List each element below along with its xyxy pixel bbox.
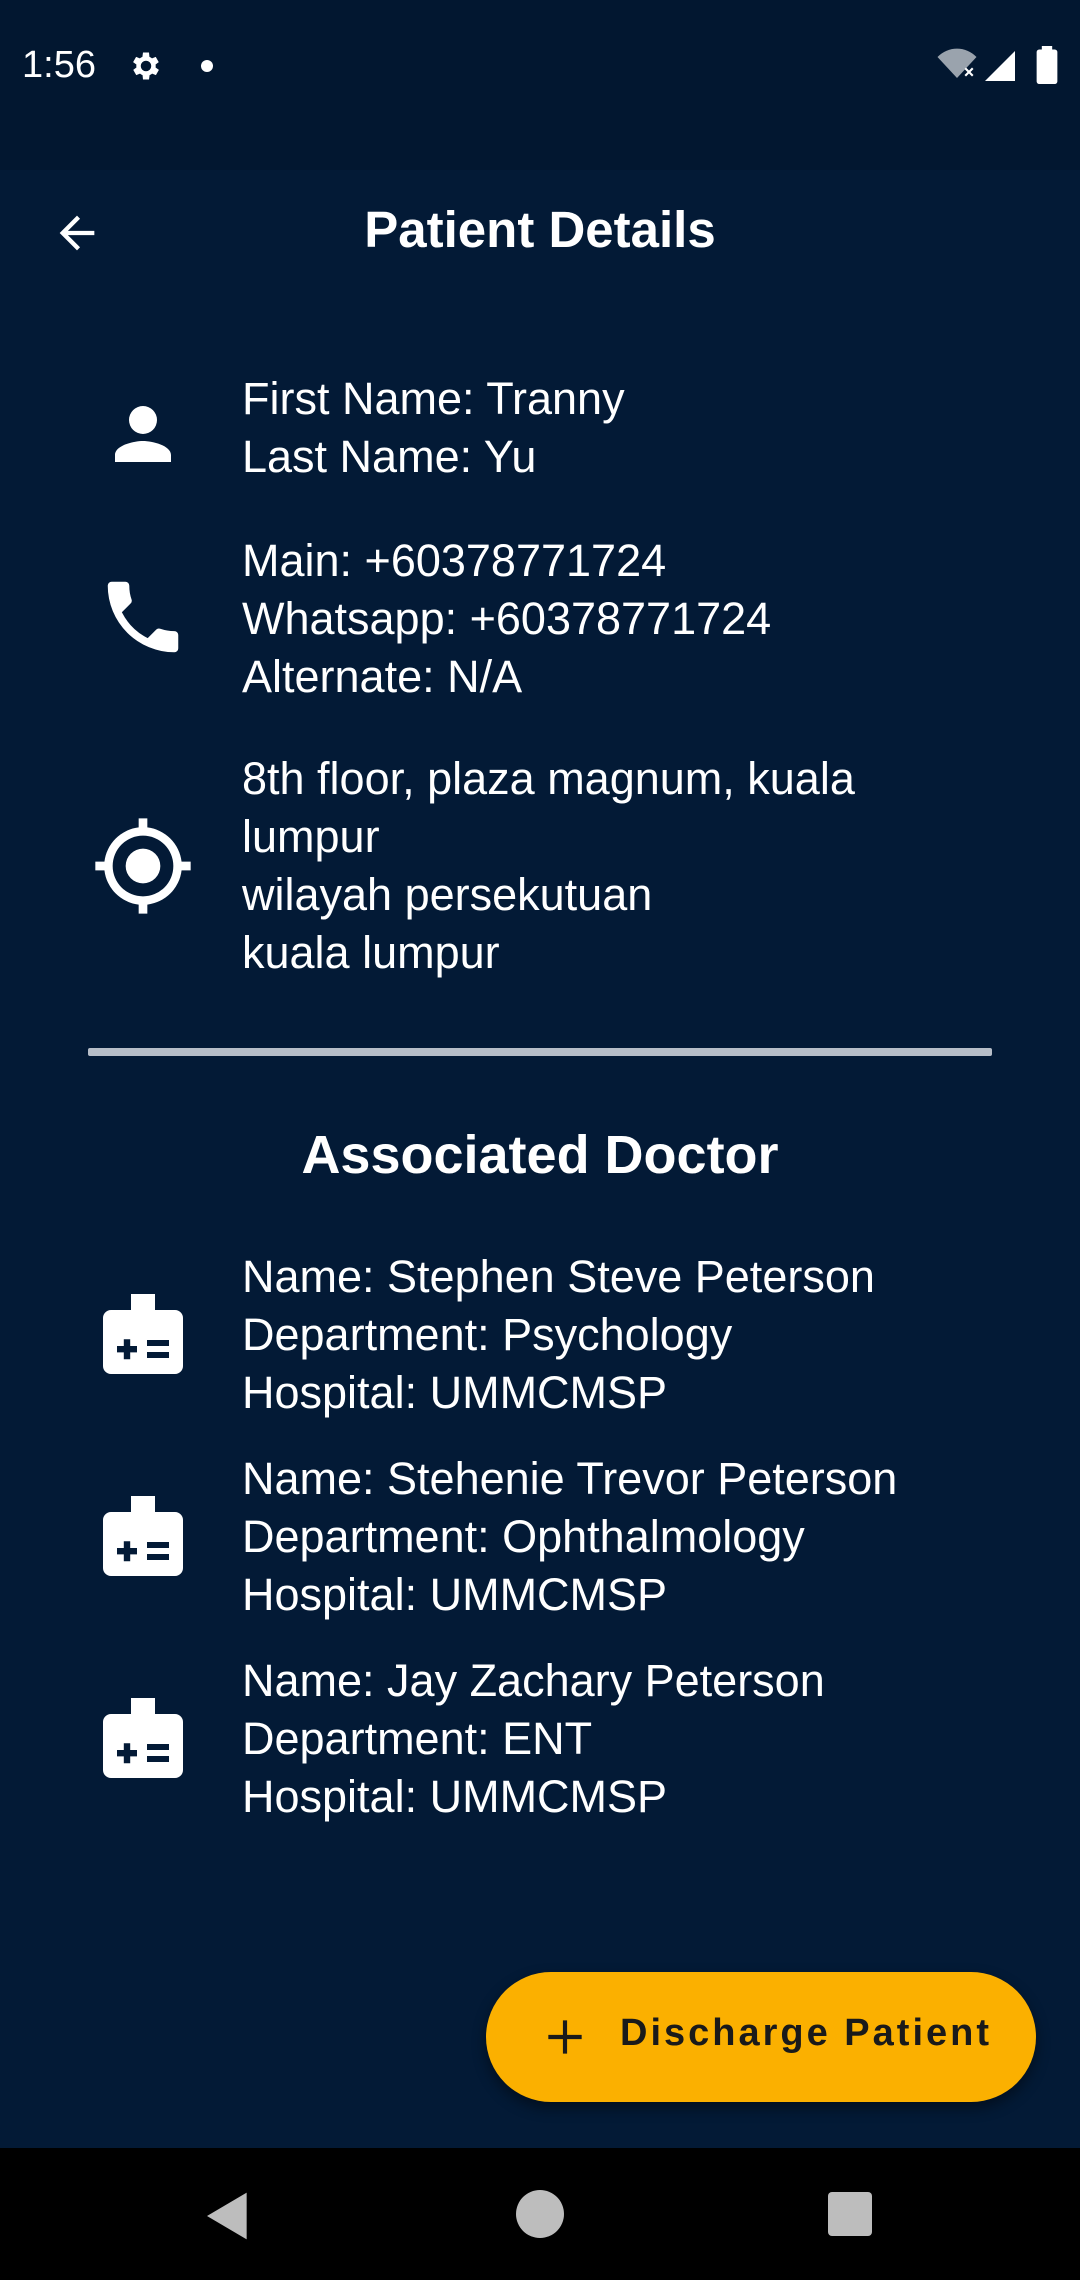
patient-contact-row: Main: +60378771724 Whatsapp: +6037877172… bbox=[0, 532, 1080, 712]
status-time: 1:56 bbox=[22, 44, 96, 86]
patient-contact-text: Main: +60378771724 Whatsapp: +6037877172… bbox=[242, 532, 1032, 706]
medical-id-icon bbox=[88, 1690, 198, 1786]
patient-name-row: First Name: Tranny Last Name: Yu bbox=[0, 370, 1080, 500]
address-line-1: 8th floor, plaza magnum, kuala lumpur bbox=[242, 753, 855, 862]
address-line-2: wilayah persekutuan bbox=[242, 869, 653, 920]
app-bar: Patient Details bbox=[0, 170, 1080, 290]
doctor-department: Department: Psychology bbox=[242, 1309, 733, 1360]
system-navigation-bar bbox=[0, 2148, 1080, 2280]
wifi-off-icon bbox=[937, 48, 977, 78]
associated-doctor-title: Associated Doctor bbox=[301, 1125, 779, 1185]
plus-icon bbox=[548, 2020, 582, 2054]
address-line-3: kuala lumpur bbox=[242, 927, 500, 978]
patient-address-text: 8th floor, plaza magnum, kuala lumpur wi… bbox=[242, 750, 942, 982]
person-icon bbox=[88, 392, 198, 476]
last-name: Last Name: Yu bbox=[242, 431, 537, 482]
doctor-row: Name: Stephen Steve Peterson Department:… bbox=[0, 1248, 1080, 1428]
discharge-patient-button[interactable]: Discharge Patient bbox=[486, 1972, 1036, 2102]
doctor-department: Department: ENT bbox=[242, 1713, 593, 1764]
main-phone: Main: +60378771724 bbox=[242, 535, 667, 586]
status-bar: 1:56 bbox=[0, 0, 1080, 170]
patient-address-row: 8th floor, plaza magnum, kuala lumpur wi… bbox=[0, 750, 1080, 990]
doctor-row: Name: Jay Zachary Peterson Department: E… bbox=[0, 1652, 1080, 1832]
doctor-name: Name: Stehenie Trevor Peterson bbox=[242, 1453, 898, 1504]
doctor-name: Name: Jay Zachary Peterson bbox=[242, 1655, 825, 1706]
doctor-row: Name: Stehenie Trevor Peterson Departmen… bbox=[0, 1450, 1080, 1630]
cell-signal-icon bbox=[985, 51, 1015, 81]
doctor-details: Name: Stephen Steve Peterson Department:… bbox=[242, 1248, 1032, 1422]
gps-fixed-icon bbox=[88, 814, 198, 918]
page-title: Patient Details bbox=[364, 201, 716, 258]
patient-name-text: First Name: Tranny Last Name: Yu bbox=[242, 370, 1032, 486]
medical-id-icon bbox=[88, 1488, 198, 1584]
doctor-name: Name: Stephen Steve Peterson bbox=[242, 1251, 875, 1302]
alternate-phone: Alternate: N/A bbox=[242, 651, 523, 702]
doctor-hospital: Hospital: UMMCMSP bbox=[242, 1367, 668, 1418]
divider bbox=[88, 1048, 992, 1056]
nav-home-icon[interactable] bbox=[516, 2190, 564, 2238]
nav-recents-icon[interactable] bbox=[828, 2192, 872, 2236]
whatsapp-phone: Whatsapp: +60378771724 bbox=[242, 593, 772, 644]
doctor-department: Department: Ophthalmology bbox=[242, 1511, 805, 1562]
doctor-details: Name: Jay Zachary Peterson Department: E… bbox=[242, 1652, 1032, 1826]
doctor-hospital: Hospital: UMMCMSP bbox=[242, 1569, 668, 1620]
nav-back-icon[interactable] bbox=[200, 2188, 256, 2244]
first-name: First Name: Tranny bbox=[242, 373, 625, 424]
settings-gear-icon bbox=[133, 52, 159, 80]
phone-icon bbox=[88, 570, 198, 664]
medical-id-icon bbox=[88, 1286, 198, 1382]
discharge-patient-label: Discharge Patient bbox=[620, 2012, 992, 2054]
doctor-hospital: Hospital: UMMCMSP bbox=[242, 1771, 668, 1822]
battery-icon bbox=[1036, 46, 1058, 84]
doctor-details: Name: Stehenie Trevor Peterson Departmen… bbox=[242, 1450, 1032, 1624]
notification-dot-icon bbox=[201, 60, 213, 72]
